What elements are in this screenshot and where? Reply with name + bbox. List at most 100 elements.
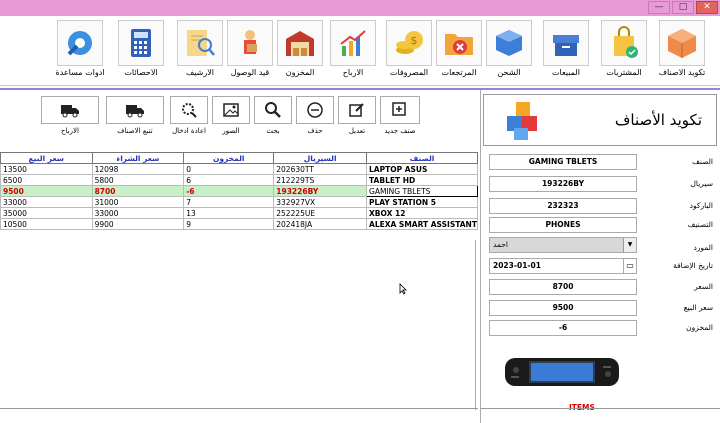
gear-search-icon [182, 103, 197, 118]
form-row-stock: -6 المخزون [489, 320, 713, 338]
table-row[interactable]: 10500 9900 9 202418JA ALEXA SMART ASSIST… [0, 218, 478, 230]
nav-label: المبيعات [552, 68, 580, 77]
column-header[interactable]: سعر البيع [0, 152, 93, 164]
new-item-button[interactable]: صنف جديد [380, 96, 420, 135]
form-row-category: PHONES التصنيف [489, 217, 713, 235]
table-cell: 13 [183, 207, 275, 219]
table-cell: 332927VX [273, 196, 368, 208]
cubes-icon [507, 102, 537, 140]
images-button[interactable]: الصور [212, 96, 250, 135]
chevron-down-icon[interactable]: ▼ [623, 238, 636, 252]
supplier-select[interactable]: احمد ▼ [489, 237, 637, 253]
folder-cancel-icon [445, 34, 473, 55]
table-cell: 5800 [91, 174, 185, 186]
table-cell: 12098 [91, 163, 185, 175]
purchase-price-field[interactable]: 8700 [489, 279, 637, 295]
delete-button[interactable]: حذف [296, 96, 334, 135]
reenter-button[interactable]: اعادة ادخال [170, 96, 208, 135]
date-picker[interactable]: 2023-01-01 ▭ [489, 258, 637, 274]
column-header[interactable]: السيريال [273, 152, 368, 164]
supplier-value: احمد [493, 240, 508, 249]
form-row-serial: 193226BY سيريال [489, 176, 713, 194]
search-button[interactable]: بحث [254, 96, 292, 135]
nav-label: المخزون [285, 68, 315, 77]
table-cell: 9 [183, 218, 275, 230]
table-cell: 9900 [91, 218, 185, 230]
nav-tools[interactable]: ادوات مساعدة [52, 20, 108, 82]
category-field[interactable]: PHONES [489, 217, 637, 233]
tool-label: بحث [266, 127, 280, 135]
nav-profits[interactable]: الارباح [325, 20, 381, 82]
column-header[interactable]: المخزون [183, 152, 275, 164]
box-icon [668, 29, 696, 58]
image-icon [223, 103, 239, 117]
field-label: تاريخ الإضافة [673, 261, 713, 270]
field-label: الصنف [692, 157, 713, 166]
nav-expenses[interactable]: $ المصروفات [381, 20, 437, 82]
nav-items-coding[interactable]: تكويد الاصناف [654, 20, 710, 82]
form-row-price: 8700 السعر [489, 279, 713, 297]
tool-label: تعديل [348, 127, 366, 135]
svg-text:$: $ [411, 34, 418, 47]
panel-bottom-border [0, 408, 478, 409]
nav-shipping[interactable]: الشحن [481, 20, 537, 82]
calendar-icon[interactable]: ▭ [623, 259, 636, 273]
table-cell: TABLET HD [366, 174, 478, 186]
table-cell: PLAY STATION 5 [366, 196, 478, 208]
tool-label: الصور [222, 127, 240, 135]
edit-icon [349, 103, 364, 117]
table-cell: 202418JA [273, 218, 368, 230]
track-items-button[interactable]: تتبع الاصناف [106, 96, 164, 135]
table-cell-focused[interactable]: GAMING TBLETS [366, 185, 478, 197]
item-name-field[interactable]: GAMING TBLETS [489, 154, 637, 170]
shopping-bag-icon [614, 26, 638, 58]
edit-button[interactable]: تعديل [338, 96, 376, 135]
table-cell: -6 [183, 185, 275, 197]
document-search-icon [187, 30, 215, 56]
nav-label: الارباح [342, 68, 364, 77]
table-row[interactable]: 33000 31000 7 332927VX PLAY STATION 5 [0, 196, 478, 208]
minus-icon [307, 102, 323, 118]
product-image[interactable] [501, 352, 623, 392]
stock-field[interactable]: -6 [489, 320, 637, 336]
nav-returns[interactable]: المرتجعات [431, 20, 487, 82]
table-cell: LAPTOP ASUS [366, 163, 478, 175]
serial-field[interactable]: 193226BY [489, 176, 637, 192]
table-row[interactable]: 13500 12098 0 202630TT LAPTOP ASUS [0, 163, 478, 175]
table-row-selected[interactable]: 9500 8700 -6 193226BY GAMING TBLETS [0, 185, 478, 197]
field-label: التصنيف [687, 220, 713, 229]
truck-icon [61, 105, 79, 118]
window-titlebar: — □ ✕ [0, 0, 720, 16]
search-icon [265, 102, 281, 118]
table-cell: 7 [183, 196, 275, 208]
table-cell: 252225UE [273, 207, 368, 219]
calculator-icon [131, 29, 151, 57]
profits-button[interactable]: الارباح [41, 96, 99, 135]
table-cell: ALEXA SMART ASSISTANT [366, 218, 478, 230]
nav-incoming[interactable]: قيد الوصول [222, 20, 278, 82]
nav-purchases[interactable]: المشتريات [596, 20, 652, 82]
field-label: السعر [694, 282, 713, 291]
maximize-button[interactable]: □ [672, 1, 694, 14]
nav-sales[interactable]: المبيعات [538, 20, 594, 82]
nav-statistics[interactable]: الاحصائات [113, 20, 169, 82]
minimize-button[interactable]: — [648, 1, 670, 14]
table-cell: 193226BY [273, 185, 368, 197]
sale-price-field[interactable]: 9500 [489, 300, 637, 316]
column-header[interactable]: سعر الشراء [91, 152, 185, 164]
field-label: المخزون [686, 323, 713, 332]
close-button[interactable]: ✕ [696, 1, 718, 14]
archive-box-icon [553, 35, 579, 56]
nav-label: تكويد الاصناف [658, 68, 706, 77]
nav-label: المصروفات [389, 68, 429, 77]
nav-label: الاحصائات [124, 68, 158, 77]
nav-archive[interactable]: الارشيف [172, 20, 228, 82]
table-row[interactable]: 35000 33000 13 252225UE XBOX 12 [0, 207, 478, 219]
barcode-field[interactable]: 232323 [489, 198, 637, 214]
tool-label: اعادة ادخال [172, 127, 206, 135]
column-header[interactable]: الصنف [366, 152, 478, 164]
coins-icon: $ [396, 31, 423, 54]
nav-inventory[interactable]: المخزون [272, 20, 328, 82]
table-empty-area[interactable] [0, 240, 476, 410]
table-row[interactable]: 6500 5800 6 212229TS TABLET HD [0, 174, 478, 186]
